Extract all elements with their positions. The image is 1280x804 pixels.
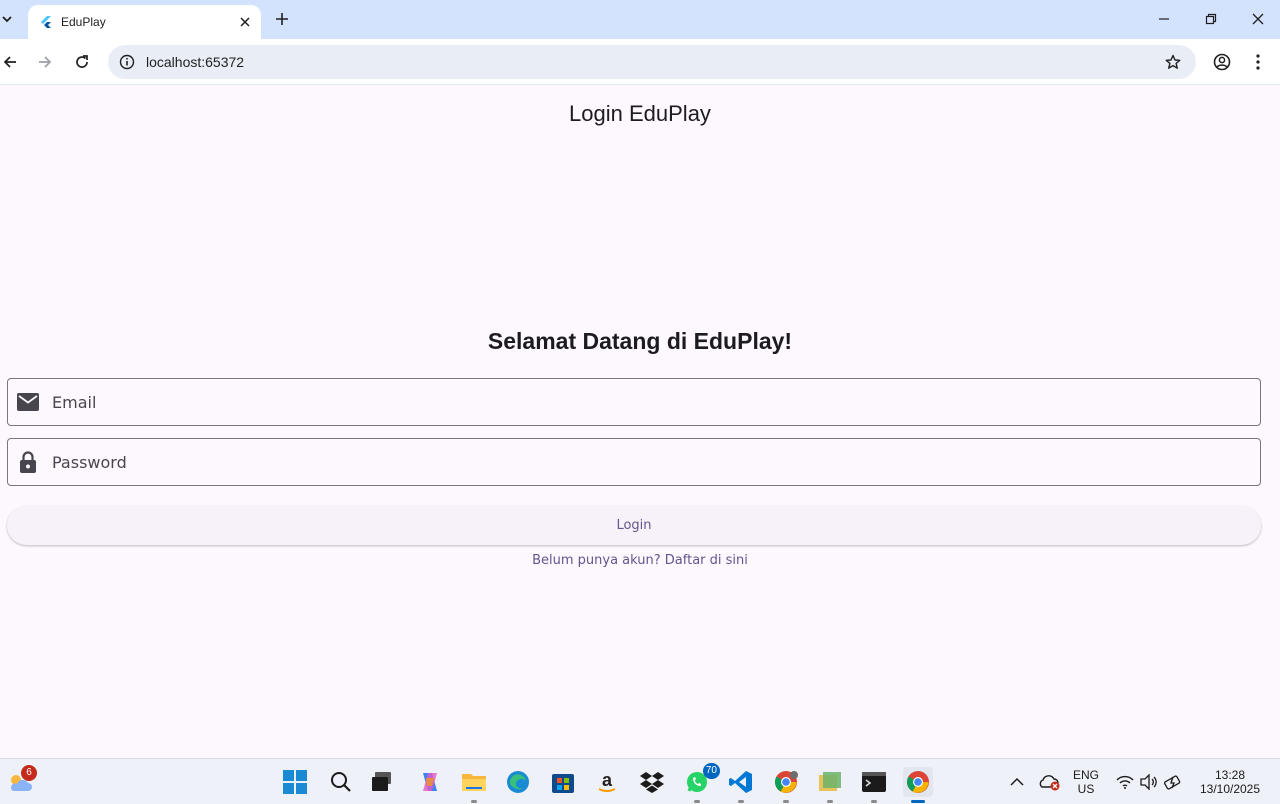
- task-view-icon[interactable]: [367, 767, 397, 797]
- site-info-icon[interactable]: [118, 53, 136, 71]
- clock-date: 13/10/2025: [1199, 782, 1261, 796]
- terminal-icon[interactable]: [859, 767, 889, 803]
- copilot-icon[interactable]: [415, 767, 445, 797]
- file-explorer-icon[interactable]: [459, 767, 489, 803]
- reload-icon[interactable]: [70, 50, 94, 74]
- windows-start-icon[interactable]: [280, 767, 310, 797]
- browser-toolbar: localhost:65372: [0, 39, 1280, 85]
- forward-arrow-icon[interactable]: [33, 50, 57, 74]
- language-indicator[interactable]: ENG US: [1068, 768, 1104, 796]
- tab-close-icon[interactable]: [235, 12, 255, 32]
- flutter-favicon-icon: [38, 14, 54, 30]
- vscode-icon[interactable]: [726, 767, 756, 803]
- url-text: localhost:65372: [146, 54, 245, 70]
- keyboard-region: US: [1077, 782, 1095, 796]
- profile-icon[interactable]: [1210, 50, 1234, 74]
- search-icon[interactable]: [326, 767, 356, 797]
- login-button[interactable]: Login: [7, 506, 1261, 545]
- clock-time: 13:28: [1214, 768, 1246, 782]
- amazon-icon[interactable]: a: [592, 767, 622, 797]
- email-input[interactable]: [52, 379, 1250, 425]
- chrome-icon[interactable]: [903, 767, 933, 803]
- welcome-heading: Selamat Datang di EduPlay!: [487, 328, 793, 354]
- language-code: ENG: [1072, 768, 1099, 782]
- edge-icon[interactable]: [503, 767, 533, 797]
- app-folder-icon[interactable]: [815, 767, 845, 803]
- page-title: Login EduPlay: [569, 101, 711, 126]
- new-tab-plus-icon[interactable]: [271, 8, 293, 30]
- menu-kebab-icon[interactable]: [1246, 50, 1270, 74]
- whatsapp-icon[interactable]: 70: [682, 763, 720, 803]
- bookmark-star-icon[interactable]: [1164, 53, 1182, 71]
- minimize-icon[interactable]: [1149, 4, 1179, 34]
- register-link[interactable]: Belum punya akun? Daftar di sini: [0, 553, 1280, 568]
- widgets-badge: 6: [21, 765, 37, 781]
- back-arrow-icon[interactable]: [0, 50, 22, 74]
- close-window-icon[interactable]: [1243, 4, 1273, 34]
- taskbar: 6 a 70 ENG US 13:28 13/10/2025: [0, 758, 1280, 804]
- battery-icon[interactable]: [1158, 767, 1188, 797]
- whatsapp-badge: 70: [702, 763, 720, 779]
- mail-icon: [17, 391, 39, 413]
- browser-tab[interactable]: EduPlay: [28, 5, 261, 39]
- tab-search-chevron-icon[interactable]: [0, 6, 14, 32]
- svg-text:a: a: [602, 770, 613, 790]
- lock-icon: [17, 451, 39, 473]
- onedrive-error-icon[interactable]: [1034, 767, 1064, 797]
- email-field[interactable]: [7, 378, 1261, 426]
- widgets-weather-icon[interactable]: 6: [5, 765, 37, 797]
- tab-strip: EduPlay: [0, 0, 1280, 39]
- password-field[interactable]: [7, 438, 1261, 486]
- microsoft-store-icon[interactable]: [548, 767, 578, 797]
- chrome-profile-icon[interactable]: [771, 767, 801, 803]
- clock[interactable]: 13:28 13/10/2025: [1192, 768, 1268, 796]
- login-page: Login EduPlay Selamat Datang di EduPlay!…: [0, 86, 1280, 758]
- tab-title: EduPlay: [61, 15, 106, 29]
- tray-chevron-up-icon[interactable]: [1002, 767, 1032, 797]
- restore-icon[interactable]: [1196, 4, 1226, 34]
- address-bar[interactable]: localhost:65372: [108, 45, 1196, 79]
- dropbox-icon[interactable]: [637, 767, 667, 797]
- password-input[interactable]: [52, 439, 1250, 485]
